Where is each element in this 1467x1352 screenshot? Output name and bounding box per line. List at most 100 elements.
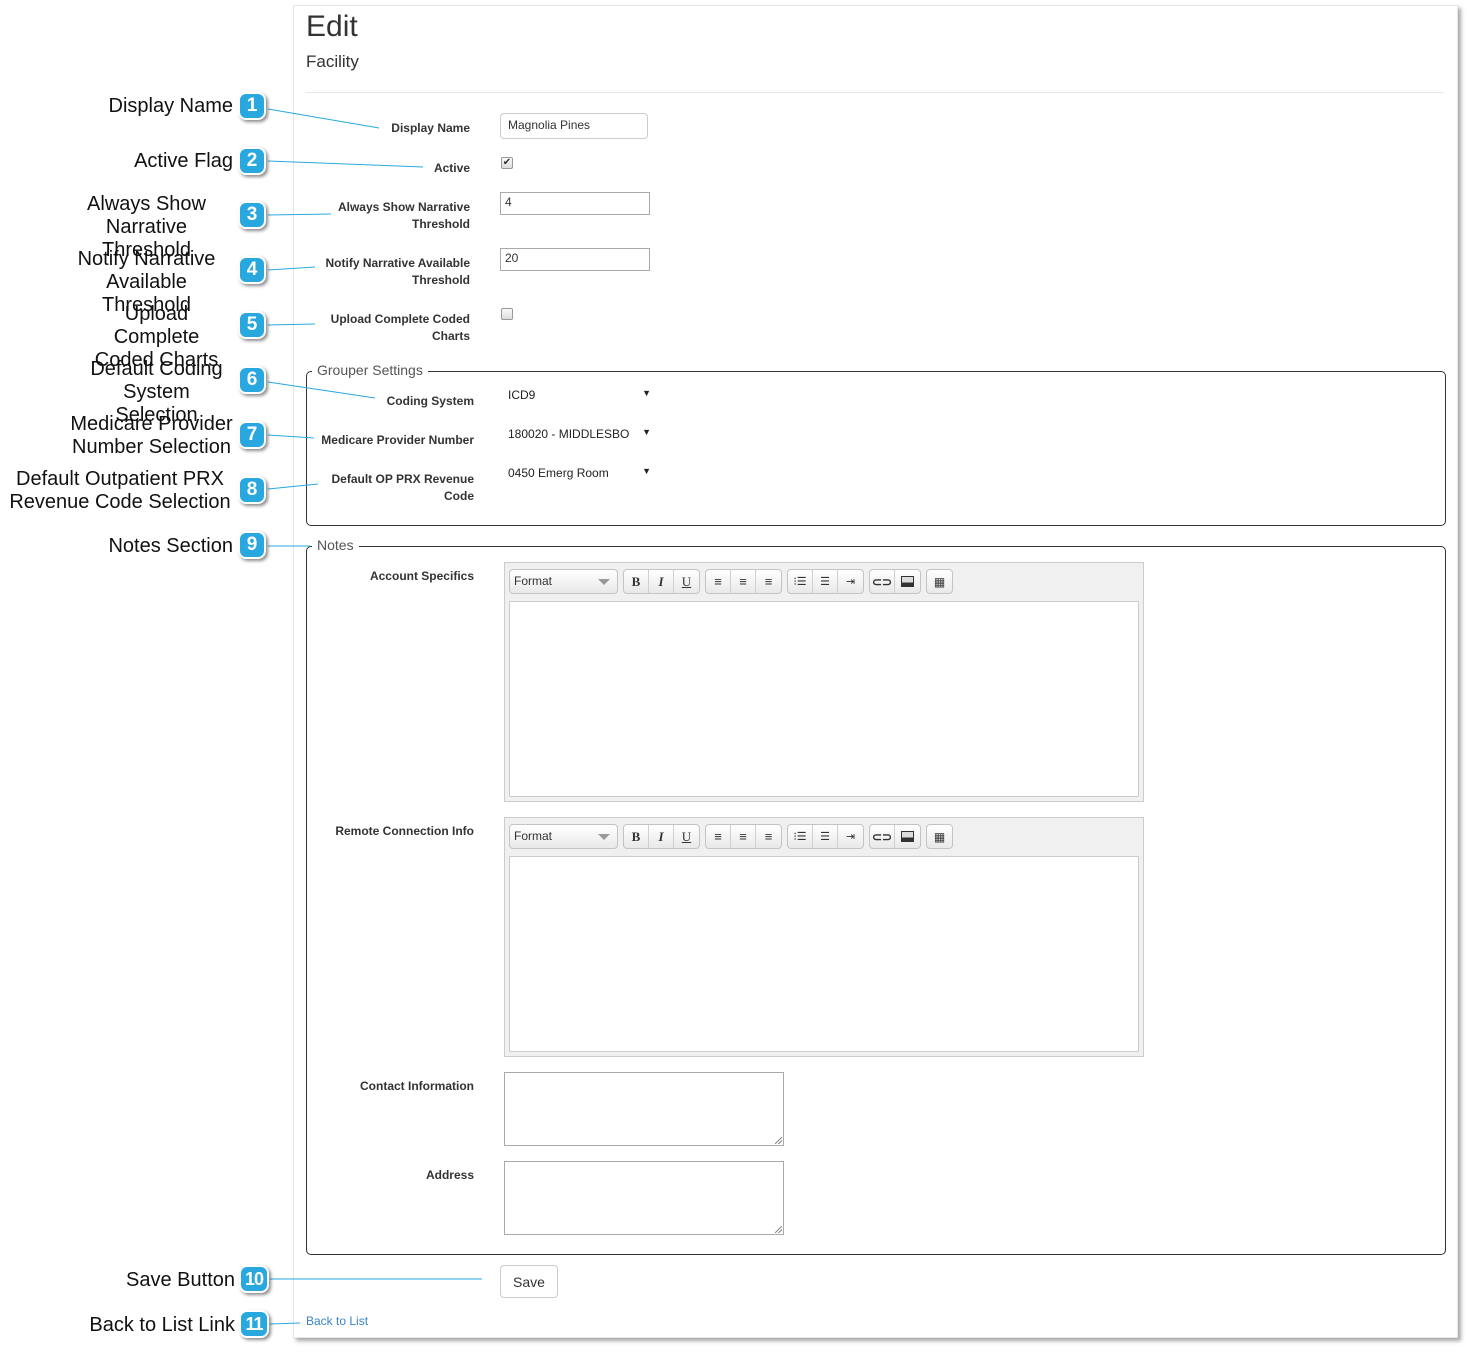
list-group: ⁝☰ ☰ ⇥ xyxy=(787,824,864,849)
align-left-button[interactable]: ≡ xyxy=(706,825,731,848)
annotation-text: Number Selection xyxy=(72,436,231,458)
bold-button[interactable]: B xyxy=(624,570,649,593)
active-label: Active xyxy=(433,161,470,175)
annotation-text: Active Flag xyxy=(134,150,233,172)
align-center-button[interactable]: ≡ xyxy=(731,825,756,848)
bulleted-list-button[interactable]: ⁝☰ xyxy=(788,570,813,593)
annotation-text: Medicare Provider xyxy=(70,413,233,435)
annotation-badge: 6 xyxy=(238,366,266,394)
back-to-list-link[interactable]: Back to List xyxy=(306,1314,368,1328)
medicare-provider-label: Medicare Provider Number xyxy=(321,433,474,447)
page-subtitle: Facility xyxy=(306,52,359,71)
account-specifics-content[interactable] xyxy=(509,601,1139,797)
alignment-group: ≡ ≡ ≡ xyxy=(705,569,782,594)
label-line: Code xyxy=(444,489,474,503)
annotation-label: Back to List Link xyxy=(0,1314,235,1337)
italic-icon: I xyxy=(658,573,664,589)
label-line: Upload Complete Coded xyxy=(330,312,470,326)
underline-button[interactable]: U xyxy=(674,825,699,848)
resize-handle-icon[interactable] xyxy=(775,1226,782,1233)
header-divider xyxy=(306,92,1444,93)
dropdown-arrow-icon: ▼ xyxy=(642,427,651,437)
image-icon xyxy=(901,576,914,587)
align-right-button[interactable]: ≡ xyxy=(756,825,781,848)
contact-information-textarea[interactable] xyxy=(504,1072,784,1146)
align-right-icon: ≡ xyxy=(764,574,773,589)
align-center-button[interactable]: ≡ xyxy=(731,570,756,593)
annotation-badge: 10 xyxy=(239,1265,269,1293)
annotation-badge: 2 xyxy=(238,147,266,175)
insert-group: ⊂⊃ xyxy=(869,569,921,594)
numbered-list-button[interactable]: ☰ xyxy=(813,825,838,848)
annotation-text: Default Outpatient PRX xyxy=(16,468,224,490)
table-group: ▦ xyxy=(926,569,953,594)
table-button[interactable]: ▦ xyxy=(927,825,952,848)
image-icon xyxy=(901,831,914,842)
numbered-list-button[interactable]: ☰ xyxy=(813,570,838,593)
editor-toolbar: Format B I U ≡ ≡ ≡ ⁝☰ ☰ ⇥ ⊂⊃ ▦ xyxy=(509,824,953,850)
align-left-button[interactable]: ≡ xyxy=(706,570,731,593)
notes-legend: Notes xyxy=(312,537,359,553)
contact-information-label: Contact Information xyxy=(360,1079,474,1093)
active-checkbox[interactable]: ✔ xyxy=(501,157,513,169)
annotation-text: Default Coding xyxy=(90,358,223,380)
format-dropdown[interactable]: Format xyxy=(509,569,618,594)
bold-button[interactable]: B xyxy=(624,825,649,848)
annotation-badge: 7 xyxy=(238,421,266,449)
underline-button[interactable]: U xyxy=(674,570,699,593)
medicare-provider-select[interactable]: 180020 - MIDDLESBO ▼ xyxy=(508,427,653,445)
image-button[interactable] xyxy=(895,825,920,848)
coding-system-select[interactable]: ICD9 ▼ xyxy=(508,388,653,406)
selected-value: 0450 Emerg Room xyxy=(508,466,609,480)
chevron-down-icon xyxy=(598,834,610,840)
indent-icon: ⇥ xyxy=(845,576,856,588)
format-dropdown[interactable]: Format xyxy=(509,824,618,849)
annotation-text: Notify Narrative xyxy=(77,248,216,270)
annotation-label: Save Button xyxy=(0,1269,235,1292)
chevron-down-icon xyxy=(598,579,610,585)
numbered-list-icon: ☰ xyxy=(820,576,830,588)
label-line: Always Show Narrative xyxy=(337,200,470,214)
notify-threshold-label: Notify Narrative Available Threshold xyxy=(304,255,471,289)
link-button[interactable]: ⊂⊃ xyxy=(870,570,895,593)
bold-icon: B xyxy=(631,573,641,589)
link-button[interactable]: ⊂⊃ xyxy=(870,825,895,848)
revenue-code-select[interactable]: 0450 Emerg Room ▼ xyxy=(508,466,653,484)
account-specifics-label: Account Specifics xyxy=(369,569,474,583)
italic-button[interactable]: I xyxy=(649,570,674,593)
annotation-text: Back to List Link xyxy=(89,1314,235,1336)
insert-group: ⊂⊃ xyxy=(869,824,921,849)
revenue-code-label: Default OP PRX Revenue Code xyxy=(304,471,475,505)
annotation-text: Upload Complete xyxy=(113,303,200,348)
text-style-group: B I U xyxy=(623,824,700,849)
remote-connection-content[interactable] xyxy=(509,856,1139,1052)
table-button[interactable]: ▦ xyxy=(927,570,952,593)
label-line: Notify Narrative Available xyxy=(325,256,471,270)
upload-coded-charts-checkbox[interactable] xyxy=(501,308,513,320)
indent-button[interactable]: ⇥ xyxy=(838,570,863,593)
italic-button[interactable]: I xyxy=(649,825,674,848)
address-textarea[interactable] xyxy=(504,1161,784,1235)
bulleted-list-button[interactable]: ⁝☰ xyxy=(788,825,813,848)
align-right-button[interactable]: ≡ xyxy=(756,570,781,593)
checkmark-icon: ✔ xyxy=(502,157,512,168)
annotation-badge: 5 xyxy=(238,311,266,339)
notify-threshold-input[interactable]: 20 xyxy=(500,248,650,271)
image-button[interactable] xyxy=(895,570,920,593)
underline-icon: U xyxy=(681,573,692,589)
align-center-icon: ≡ xyxy=(739,829,747,844)
table-group: ▦ xyxy=(926,824,953,849)
resize-handle-icon[interactable] xyxy=(775,1137,782,1144)
always-show-threshold-input[interactable]: 4 xyxy=(500,192,650,215)
annotation-text: Always Show xyxy=(87,193,206,215)
save-button[interactable]: Save xyxy=(500,1265,558,1298)
selected-value: 180020 - MIDDLESBO xyxy=(508,427,630,441)
label-line: Charts xyxy=(431,329,470,343)
remote-connection-label: Remote Connection Info xyxy=(335,824,474,838)
indent-button[interactable]: ⇥ xyxy=(838,825,863,848)
grouper-settings-fieldset xyxy=(306,371,1446,526)
annotation-label: Display Name xyxy=(0,95,233,118)
display-name-input[interactable]: Magnolia Pines xyxy=(500,113,648,139)
remote-connection-editor: Format B I U ≡ ≡ ≡ ⁝☰ ☰ ⇥ ⊂⊃ ▦ xyxy=(504,817,1144,1057)
always-show-threshold-label: Always Show Narrative Threshold xyxy=(314,199,470,233)
